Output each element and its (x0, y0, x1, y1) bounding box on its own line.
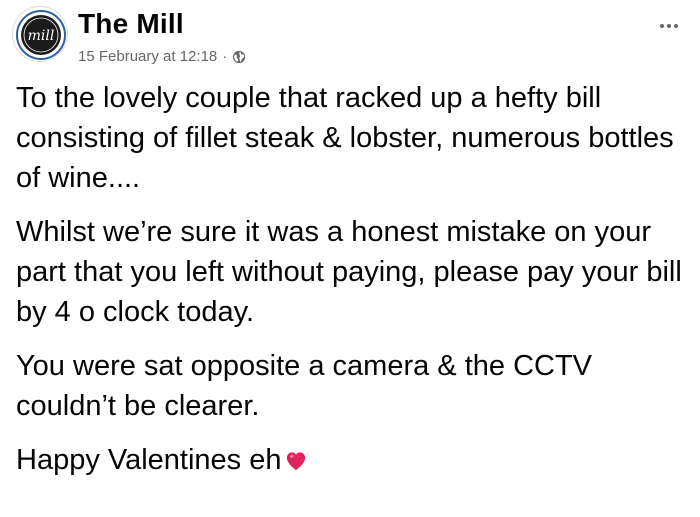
heart-icon (285, 442, 307, 471)
post-closing-text: Happy Valentines eh (16, 444, 282, 476)
post-body: To the lovely couple that racked up a he… (16, 78, 688, 494)
facebook-post: mill The Mill 15 February at 12:18 · To … (0, 0, 700, 517)
logo-text: mill (28, 28, 55, 44)
meta-separator: · (222, 48, 228, 65)
page-avatar[interactable]: mill (12, 6, 68, 62)
post-header: mill The Mill 15 February at 12:18 · (12, 6, 688, 70)
post-timestamp[interactable]: 15 February at 12:18 (78, 48, 217, 65)
more-dot (674, 24, 678, 28)
more-dot (660, 24, 664, 28)
page-name[interactable]: The Mill (78, 8, 184, 40)
post-paragraph: You were sat opposite a camera & the CCT… (16, 350, 593, 422)
mill-logo-icon: mill (14, 8, 67, 61)
post-meta: 15 February at 12:18 · (78, 48, 246, 65)
more-dot (667, 24, 671, 28)
post-paragraph: Whilst we’re sure it was a honest mistak… (16, 216, 682, 328)
more-options-button[interactable] (654, 18, 684, 34)
post-paragraph: To the lovely couple that racked up a he… (16, 82, 674, 194)
globe-icon[interactable] (232, 50, 246, 64)
post-closing-line: Happy Valentines eh (16, 440, 688, 480)
